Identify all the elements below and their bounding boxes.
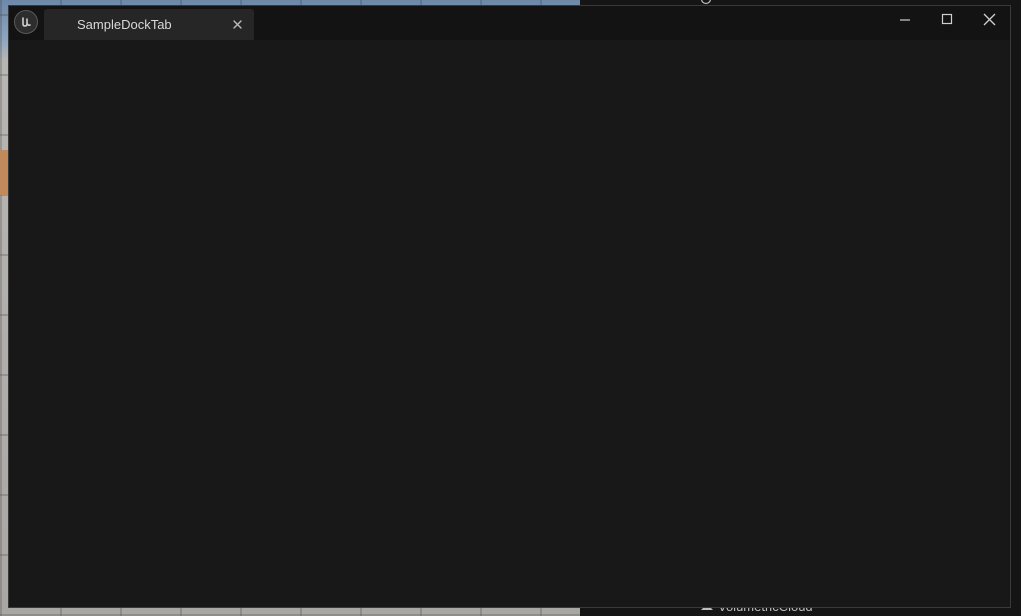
tab-sample-dock-tab[interactable]: SampleDockTab bbox=[44, 9, 254, 40]
maximize-button[interactable] bbox=[926, 6, 968, 32]
sample-dock-window: SampleDockTab bbox=[8, 5, 1011, 608]
tab-content-area bbox=[9, 40, 1010, 607]
window-titlebar[interactable]: SampleDockTab bbox=[9, 6, 1010, 40]
minimize-button[interactable] bbox=[884, 6, 926, 32]
scene-object bbox=[0, 150, 8, 195]
unreal-engine-logo-icon bbox=[14, 10, 38, 34]
window-controls bbox=[884, 6, 1010, 32]
close-icon bbox=[983, 13, 995, 25]
minimize-icon bbox=[900, 19, 910, 21]
close-button[interactable] bbox=[968, 6, 1010, 32]
tab-close-icon[interactable] bbox=[230, 17, 244, 31]
maximize-icon bbox=[941, 13, 953, 25]
tab-label: SampleDockTab bbox=[77, 17, 172, 32]
